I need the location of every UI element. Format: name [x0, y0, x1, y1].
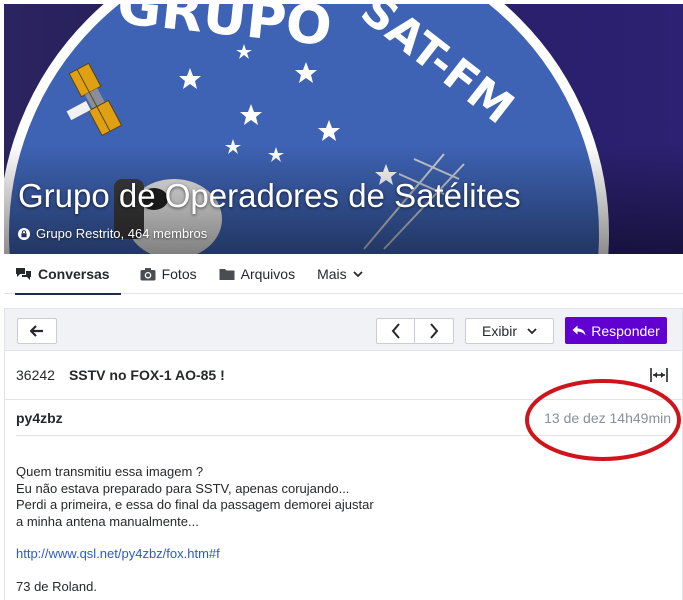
chevron-down-icon	[527, 328, 537, 335]
lock-icon	[18, 227, 30, 240]
group-tabs: Conversas Fotos Arquivos Mais	[4, 254, 683, 295]
arrow-left-icon	[30, 325, 43, 337]
expand-width-icon[interactable]	[650, 367, 668, 383]
message-thread: 36242 SSTV no FOX-1 AO-85 ! py4zbz 13 de…	[4, 350, 683, 600]
message-line: Perdi a primeira, e essa do final da pas…	[16, 497, 374, 512]
view-dropdown[interactable]: Exibir	[465, 318, 554, 344]
tab-mais[interactable]: Mais	[306, 254, 374, 294]
next-message-button[interactable]	[414, 318, 454, 344]
message-link[interactable]: http://www.qsl.net/py4zbz/fox.htm#f	[16, 546, 671, 563]
group-banner: GRUPO SAT-FM Grupo de Operadores de Saté…	[4, 4, 683, 254]
tab-conversas-label: Conversas	[38, 266, 110, 282]
reply-button[interactable]: Responder	[565, 317, 667, 344]
thread-subject: SSTV no FOX-1 AO-85 !	[68, 367, 225, 383]
group-meta: Grupo Restrito, 464 membros	[18, 226, 207, 241]
previous-message-button[interactable]	[376, 318, 415, 344]
message-body: Quem transmitiu essa imagem ? Eu não est…	[5, 436, 682, 595]
message-line: Eu não estava preparado para SSTV, apena…	[16, 480, 350, 496]
tab-mais-label: Mais	[317, 266, 347, 282]
chevron-left-icon	[391, 323, 400, 339]
view-dropdown-label: Exibir	[481, 323, 517, 339]
back-button[interactable]	[17, 318, 57, 344]
message-author[interactable]: py4zbz	[16, 410, 63, 426]
thread-header: 36242 SSTV no FOX-1 AO-85 !	[5, 350, 682, 400]
tab-conversas[interactable]: Conversas	[4, 254, 121, 295]
message-date: 13 de dez 14h49min	[544, 409, 671, 426]
group-title: Grupo de Operadores de Satélites	[18, 177, 521, 214]
message-line: a minha antena manualmente...	[16, 513, 199, 529]
conversations-icon	[16, 268, 31, 280]
tab-fotos-label: Fotos	[161, 266, 197, 282]
message-line: Quem transmitiu essa imagem ?	[16, 464, 204, 479]
message-toolbar: Exibir Responder	[4, 308, 683, 350]
message-header: py4zbz 13 de dez 14h49min	[16, 400, 671, 436]
camera-icon	[140, 268, 156, 281]
tab-fotos[interactable]: Fotos	[129, 254, 208, 294]
chevron-down-icon	[353, 271, 363, 278]
tab-arquivos[interactable]: Arquivos	[208, 254, 306, 294]
tab-arquivos-label: Arquivos	[240, 266, 296, 282]
message-signoff: 73 de Roland.	[16, 578, 97, 594]
reply-button-label: Responder	[591, 322, 660, 339]
folder-icon	[219, 269, 235, 280]
chevron-right-icon	[430, 323, 439, 339]
reply-icon	[572, 325, 586, 336]
thread-id: 36242	[16, 367, 55, 383]
group-membership: Grupo Restrito, 464 membros	[36, 226, 208, 241]
